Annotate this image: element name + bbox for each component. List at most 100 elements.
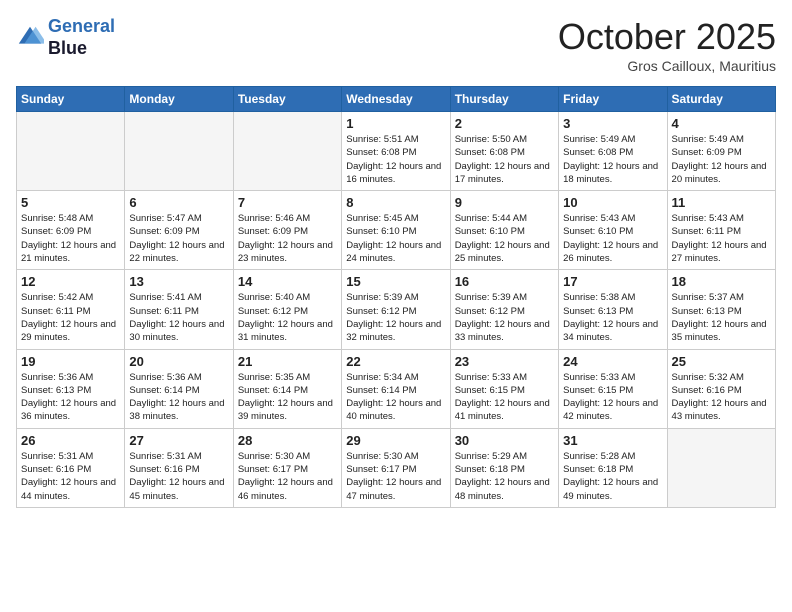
calendar-cell: 24Sunrise: 5:33 AMSunset: 6:15 PMDayligh… <box>559 349 667 428</box>
day-number: 28 <box>238 433 337 448</box>
day-number: 18 <box>672 274 771 289</box>
calendar-cell: 6Sunrise: 5:47 AMSunset: 6:09 PMDaylight… <box>125 191 233 270</box>
day-number: 2 <box>455 116 554 131</box>
logo-text: General Blue <box>48 16 115 59</box>
day-number: 17 <box>563 274 662 289</box>
cell-info: Sunrise: 5:43 AMSunset: 6:10 PMDaylight:… <box>563 212 662 265</box>
day-number: 30 <box>455 433 554 448</box>
day-number: 4 <box>672 116 771 131</box>
cell-info: Sunrise: 5:51 AMSunset: 6:08 PMDaylight:… <box>346 133 445 186</box>
cell-info: Sunrise: 5:31 AMSunset: 6:16 PMDaylight:… <box>21 450 120 503</box>
day-number: 15 <box>346 274 445 289</box>
day-number: 21 <box>238 354 337 369</box>
weekday-header-friday: Friday <box>559 87 667 112</box>
day-number: 16 <box>455 274 554 289</box>
calendar-cell <box>17 112 125 191</box>
calendar-cell: 29Sunrise: 5:30 AMSunset: 6:17 PMDayligh… <box>342 428 450 507</box>
day-number: 12 <box>21 274 120 289</box>
weekday-header-tuesday: Tuesday <box>233 87 341 112</box>
calendar-cell <box>667 428 775 507</box>
day-number: 22 <box>346 354 445 369</box>
day-number: 24 <box>563 354 662 369</box>
cell-info: Sunrise: 5:35 AMSunset: 6:14 PMDaylight:… <box>238 371 337 424</box>
cell-info: Sunrise: 5:49 AMSunset: 6:08 PMDaylight:… <box>563 133 662 186</box>
calendar-cell <box>125 112 233 191</box>
calendar-cell: 26Sunrise: 5:31 AMSunset: 6:16 PMDayligh… <box>17 428 125 507</box>
day-number: 19 <box>21 354 120 369</box>
calendar-week-row: 19 Sunrise: 5:36 AMSunset: 6:13 PMDayligh… <box>17 349 776 428</box>
day-number: 25 <box>672 354 771 369</box>
day-number: 6 <box>129 195 228 210</box>
cell-info: Sunrise: 5:37 AMSunset: 6:13 PMDaylight:… <box>672 291 771 344</box>
cell-info: Sunrise: 5:45 AMSunset: 6:10 PMDaylight:… <box>346 212 445 265</box>
day-number: 11 <box>672 195 771 210</box>
day-number: 23 <box>455 354 554 369</box>
calendar-cell: 22 Sunrise: 5:34 AMSunset: 6:14 PMDayligh… <box>342 349 450 428</box>
weekday-header-saturday: Saturday <box>667 87 775 112</box>
cell-info: Sunrise: 5:50 AMSunset: 6:08 PMDaylight:… <box>455 133 554 186</box>
calendar-cell: 16 Sunrise: 5:39 AMSunset: 6:12 PMDayligh… <box>450 270 558 349</box>
calendar-cell: 7 Sunrise: 5:46 AMSunset: 6:09 PMDaylight… <box>233 191 341 270</box>
calendar-cell <box>233 112 341 191</box>
weekday-header-row: SundayMondayTuesdayWednesdayThursdayFrid… <box>17 87 776 112</box>
cell-info: Sunrise: 5:39 AMSunset: 6:12 PMDaylight:… <box>346 291 445 344</box>
day-number: 20 <box>129 354 228 369</box>
day-number: 10 <box>563 195 662 210</box>
cell-info: Sunrise: 5:39 AMSunset: 6:12 PMDaylight:… <box>455 291 554 344</box>
calendar-cell: 5 Sunrise: 5:48 AMSunset: 6:09 PMDaylight… <box>17 191 125 270</box>
weekday-header-monday: Monday <box>125 87 233 112</box>
calendar-cell: 25 Sunrise: 5:32 AMSunset: 6:16 PMDayligh… <box>667 349 775 428</box>
cell-info: Sunrise: 5:30 AMSunset: 6:17 PMDaylight:… <box>238 450 337 503</box>
calendar-cell: 10 Sunrise: 5:43 AMSunset: 6:10 PMDayligh… <box>559 191 667 270</box>
day-number: 7 <box>238 195 337 210</box>
cell-info: Sunrise: 5:43 AMSunset: 6:11 PMDaylight:… <box>672 212 771 265</box>
day-number: 3 <box>563 116 662 131</box>
cell-info: Sunrise: 5:28 AMSunset: 6:18 PMDaylight:… <box>563 450 662 503</box>
month-title: October 2025 <box>558 16 776 58</box>
calendar-week-row: 12 Sunrise: 5:42 AMSunset: 6:11 PMDayligh… <box>17 270 776 349</box>
day-number: 31 <box>563 433 662 448</box>
calendar-cell: 2 Sunrise: 5:50 AMSunset: 6:08 PMDaylight… <box>450 112 558 191</box>
calendar-cell: 3 Sunrise: 5:49 AMSunset: 6:08 PMDaylight… <box>559 112 667 191</box>
cell-info: Sunrise: 5:48 AMSunset: 6:09 PMDaylight:… <box>21 212 120 265</box>
weekday-header-wednesday: Wednesday <box>342 87 450 112</box>
cell-info: Sunrise: 5:33 AMSunset: 6:15 PMDaylight:… <box>455 371 554 424</box>
cell-info: Sunrise: 5:34 AMSunset: 6:14 PMDaylight:… <box>346 371 445 424</box>
calendar-cell: 14 Sunrise: 5:40 AMSunset: 6:12 PMDayligh… <box>233 270 341 349</box>
calendar-week-row: 1 Sunrise: 5:51 AMSunset: 6:08 PMDaylight… <box>17 112 776 191</box>
calendar-cell: 17 Sunrise: 5:38 AMSunset: 6:13 PMDayligh… <box>559 270 667 349</box>
day-number: 13 <box>129 274 228 289</box>
day-number: 1 <box>346 116 445 131</box>
calendar-cell: 13Sunrise: 5:41 AMSunset: 6:11 PMDayligh… <box>125 270 233 349</box>
page-header: General Blue October 2025 Gros Cailloux,… <box>16 16 776 74</box>
calendar-cell: 4 Sunrise: 5:49 AMSunset: 6:09 PMDaylight… <box>667 112 775 191</box>
calendar-cell: 8Sunrise: 5:45 AMSunset: 6:10 PMDaylight… <box>342 191 450 270</box>
cell-info: Sunrise: 5:44 AMSunset: 6:10 PMDaylight:… <box>455 212 554 265</box>
calendar-cell: 9Sunrise: 5:44 AMSunset: 6:10 PMDaylight… <box>450 191 558 270</box>
calendar-cell: 19 Sunrise: 5:36 AMSunset: 6:13 PMDayligh… <box>17 349 125 428</box>
cell-info: Sunrise: 5:36 AMSunset: 6:13 PMDaylight:… <box>21 371 120 424</box>
calendar-cell: 30Sunrise: 5:29 AMSunset: 6:18 PMDayligh… <box>450 428 558 507</box>
cell-info: Sunrise: 5:49 AMSunset: 6:09 PMDaylight:… <box>672 133 771 186</box>
location: Gros Cailloux, Mauritius <box>558 58 776 74</box>
cell-info: Sunrise: 5:46 AMSunset: 6:09 PMDaylight:… <box>238 212 337 265</box>
calendar-week-row: 26Sunrise: 5:31 AMSunset: 6:16 PMDayligh… <box>17 428 776 507</box>
calendar-cell: 31 Sunrise: 5:28 AMSunset: 6:18 PMDayligh… <box>559 428 667 507</box>
calendar-cell: 1 Sunrise: 5:51 AMSunset: 6:08 PMDaylight… <box>342 112 450 191</box>
weekday-header-thursday: Thursday <box>450 87 558 112</box>
day-number: 29 <box>346 433 445 448</box>
day-number: 27 <box>129 433 228 448</box>
calendar-cell: 18 Sunrise: 5:37 AMSunset: 6:13 PMDayligh… <box>667 270 775 349</box>
cell-info: Sunrise: 5:32 AMSunset: 6:16 PMDaylight:… <box>672 371 771 424</box>
cell-info: Sunrise: 5:40 AMSunset: 6:12 PMDaylight:… <box>238 291 337 344</box>
calendar-cell: 15 Sunrise: 5:39 AMSunset: 6:12 PMDayligh… <box>342 270 450 349</box>
logo: General Blue <box>16 16 115 59</box>
day-number: 5 <box>21 195 120 210</box>
cell-info: Sunrise: 5:38 AMSunset: 6:13 PMDaylight:… <box>563 291 662 344</box>
weekday-header-sunday: Sunday <box>17 87 125 112</box>
day-number: 14 <box>238 274 337 289</box>
cell-info: Sunrise: 5:36 AMSunset: 6:14 PMDaylight:… <box>129 371 228 424</box>
calendar-cell: 11 Sunrise: 5:43 AMSunset: 6:11 PMDayligh… <box>667 191 775 270</box>
cell-info: Sunrise: 5:31 AMSunset: 6:16 PMDaylight:… <box>129 450 228 503</box>
cell-info: Sunrise: 5:42 AMSunset: 6:11 PMDaylight:… <box>21 291 120 344</box>
